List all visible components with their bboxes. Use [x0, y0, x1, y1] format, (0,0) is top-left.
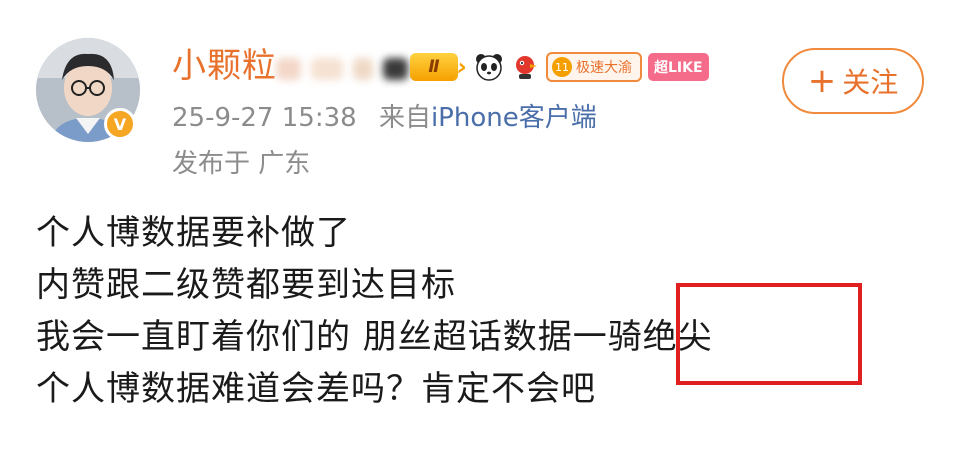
post-location: 发布于 广东	[172, 149, 311, 179]
speed-rank-label: 极速大渝	[576, 60, 632, 76]
content-line: 内赞跟二级赞都要到达目标	[36, 265, 456, 305]
user-badges: Ⅱ 11 极速大渝 超LIKE	[410, 48, 709, 86]
follow-label: 关注	[842, 66, 899, 99]
post-time: 25-9-27 15:38	[172, 103, 357, 133]
bird-mascot-icon[interactable]	[510, 52, 540, 82]
content-line: 个人博数据难道会差吗？肯定不会吧	[36, 369, 596, 409]
blur-mark	[352, 58, 374, 80]
source-prefix: 来自	[378, 103, 431, 133]
post-content[interactable]: 个人博数据要补做了 内赞跟二级赞都要到达目标 我会一直盯着你们的 朋丝超话数据一…	[36, 208, 713, 416]
source-link[interactable]: iPhone客户端	[431, 103, 597, 133]
content-line: 我会一直盯着你们的 朋丝超话数据一骑绝尖	[36, 317, 713, 357]
verified-badge-icon: V	[104, 108, 136, 140]
plus-icon: +	[807, 61, 837, 101]
blur-mark	[310, 58, 343, 80]
super-like-badge[interactable]: 超LIKE	[648, 53, 709, 81]
blur-mark	[276, 58, 301, 80]
username[interactable]: 小颗粒	[172, 44, 277, 88]
level-badge[interactable]: Ⅱ	[410, 53, 467, 81]
speed-rank-number: 11	[552, 57, 572, 77]
panda-icon[interactable]	[474, 52, 504, 82]
redacted-name-blur	[276, 52, 409, 86]
blur-mark	[383, 58, 409, 80]
follow-button[interactable]: + 关注	[782, 48, 924, 114]
highlight-box	[676, 283, 862, 385]
speed-rank-badge[interactable]: 11 极速大渝	[546, 52, 642, 82]
post-meta: 25-9-27 15:38 来自iPhone客户端	[172, 100, 597, 136]
content-line: 个人博数据要补做了	[36, 213, 351, 253]
